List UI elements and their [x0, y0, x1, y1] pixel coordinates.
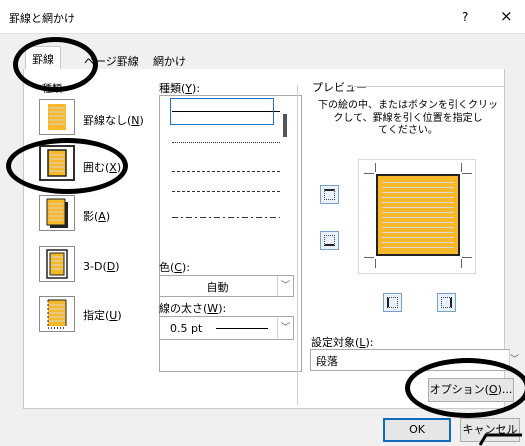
bottom-border-icon	[324, 235, 335, 246]
text-line	[382, 202, 454, 203]
width-label: 線の太さ(W):	[159, 302, 227, 315]
tab-shading[interactable]: 網かけ	[146, 48, 193, 70]
corner-tick	[462, 173, 472, 174]
preset-custom-label: 指定(U)	[83, 309, 122, 322]
line-width-value: 0.5 pt	[170, 322, 203, 335]
corner-tick	[462, 257, 472, 258]
text-line	[382, 192, 454, 193]
color-combo[interactable]: 自動 ﹀	[159, 275, 294, 297]
preset-shadow-button[interactable]	[39, 195, 75, 231]
line-width-combo[interactable]: 0.5 pt ﹀	[159, 316, 294, 340]
close-button[interactable]: ×	[500, 7, 513, 25]
preset-custom-button[interactable]	[39, 296, 75, 332]
preview-header: プレビュー	[312, 81, 367, 94]
text-line	[382, 237, 454, 238]
preset-custom-icon	[47, 299, 67, 329]
bottom-border-button[interactable]	[320, 231, 339, 250]
preset-none-button[interactable]	[39, 99, 75, 135]
text-line	[382, 217, 454, 218]
text-line	[382, 242, 454, 243]
corner-tick	[461, 259, 462, 268]
top-border-icon	[324, 189, 335, 200]
chevron-down-icon[interactable]: ﹀	[277, 317, 293, 339]
line-width-sample	[216, 328, 268, 329]
color-label: 色(C):	[159, 261, 190, 274]
preset-3d-icon	[46, 249, 68, 279]
annotation-arrow	[478, 433, 522, 446]
left-border-icon	[387, 297, 398, 308]
preset-none-icon	[48, 104, 66, 130]
left-border-button[interactable]	[383, 293, 402, 312]
preset-shadow-label: 影(A)	[83, 210, 111, 223]
line-style-dash-dot[interactable]	[172, 217, 280, 218]
text-line	[382, 222, 454, 223]
preset-shadow-icon	[46, 198, 68, 228]
line-style-selection	[170, 98, 274, 125]
chevron-down-icon[interactable]: ﹀	[277, 276, 293, 296]
top-border-button[interactable]	[320, 185, 339, 204]
preview-description: 下の絵の中、またはボタンを引くクリッ クして、罫線を引く位置を指定し てください…	[318, 100, 498, 136]
corner-tick	[364, 173, 374, 174]
apply-to-label: 設定対象(L):	[311, 336, 374, 349]
line-style-dotted[interactable]	[172, 142, 280, 143]
preset-3d-button[interactable]	[39, 246, 75, 282]
corner-tick	[375, 259, 376, 268]
text-line	[382, 247, 454, 248]
title-bar: 罫線と網かけ ? ×	[0, 0, 525, 34]
text-line	[382, 182, 454, 183]
corner-tick	[461, 163, 462, 172]
annotation-circle-options	[405, 358, 525, 418]
corner-tick	[375, 163, 376, 172]
line-style-dash[interactable]	[172, 191, 280, 192]
preview-header-line	[350, 86, 505, 87]
ok-button[interactable]: OK	[383, 418, 451, 442]
preset-3d-label: 3-D(D)	[83, 260, 120, 273]
text-line	[382, 187, 454, 188]
text-line	[382, 207, 454, 208]
text-line	[382, 197, 454, 198]
annotation-circle-box	[6, 138, 128, 194]
style-label: 種類(Y):	[159, 82, 201, 95]
column-separator	[297, 85, 298, 405]
preview-page[interactable]	[376, 174, 460, 256]
text-line	[382, 227, 454, 228]
dialog-title: 罫線と網かけ	[9, 12, 75, 25]
apply-to-value: 段落	[316, 355, 338, 368]
text-line	[382, 212, 454, 213]
corner-tick	[364, 257, 374, 258]
color-value: 自動	[206, 281, 229, 294]
line-style-scrollbar[interactable]	[283, 114, 287, 137]
annotation-circle-tab	[13, 37, 98, 92]
right-border-icon	[441, 297, 452, 308]
line-style-small-dash[interactable]	[172, 171, 280, 172]
preset-none-label: 罫線なし(N)	[83, 114, 144, 127]
text-line	[382, 232, 454, 233]
right-border-button[interactable]	[437, 293, 456, 312]
help-button[interactable]: ?	[462, 10, 468, 24]
